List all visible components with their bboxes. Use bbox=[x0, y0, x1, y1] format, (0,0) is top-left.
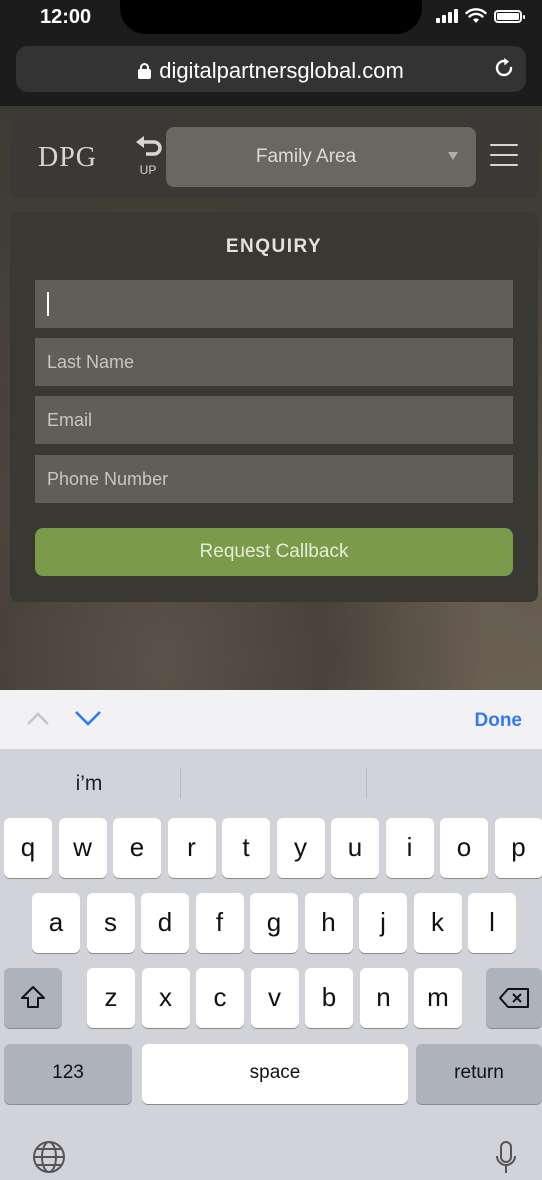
browser-toolbar: digitalpartnersglobal.com bbox=[0, 40, 542, 106]
key-f[interactable]: f bbox=[195, 893, 244, 953]
key-u[interactable]: u bbox=[331, 818, 379, 878]
section-select[interactable]: Family Area bbox=[166, 127, 476, 187]
email-field[interactable] bbox=[35, 396, 513, 444]
key-j[interactable]: j bbox=[359, 893, 407, 953]
ios-keyboard: i’m qwertyuiop asdfghjkl zxcvbnm 123 spa… bbox=[0, 750, 542, 1180]
url-text: digitalpartnersglobal.com bbox=[159, 58, 404, 83]
request-callback-button[interactable]: Request Callback bbox=[35, 528, 513, 576]
shift-key[interactable] bbox=[4, 968, 62, 1028]
backspace-icon bbox=[499, 988, 529, 1008]
key-b[interactable]: b bbox=[305, 968, 353, 1028]
status-time: 12:00 bbox=[40, 6, 92, 28]
key-l[interactable]: l bbox=[468, 893, 516, 953]
status-bar: 12:00 bbox=[0, 0, 542, 40]
key-o[interactable]: o bbox=[440, 818, 488, 878]
chevron-down-icon[interactable] bbox=[74, 706, 102, 730]
enquiry-title: ENQUIRY bbox=[225, 236, 323, 257]
key-r[interactable]: r bbox=[167, 818, 216, 878]
shift-icon bbox=[21, 986, 45, 1008]
lock-icon bbox=[138, 63, 152, 79]
key-m[interactable]: m bbox=[414, 968, 462, 1028]
up-button[interactable]: UP bbox=[128, 136, 168, 180]
key-v[interactable]: v bbox=[250, 968, 299, 1028]
key-p[interactable]: p bbox=[494, 818, 542, 878]
done-button[interactable]: Done bbox=[475, 710, 523, 732]
signal-icon bbox=[436, 9, 458, 23]
key-e[interactable]: e bbox=[113, 818, 161, 878]
text-caret bbox=[47, 292, 49, 316]
hamburger-menu-icon[interactable] bbox=[490, 144, 518, 168]
key-s[interactable]: s bbox=[86, 893, 135, 953]
reload-icon[interactable] bbox=[492, 56, 516, 80]
address-bar[interactable]: digitalpartnersglobal.com bbox=[16, 46, 526, 92]
key-w[interactable]: w bbox=[58, 818, 107, 878]
key-g[interactable]: g bbox=[250, 893, 298, 953]
phone-number-field[interactable] bbox=[35, 455, 513, 503]
up-label: UP bbox=[139, 163, 157, 177]
key-q[interactable]: q bbox=[4, 818, 52, 878]
key-h[interactable]: h bbox=[304, 893, 353, 953]
first-name-field[interactable] bbox=[35, 280, 513, 328]
suggestion-bar: i’m bbox=[0, 750, 542, 816]
chevron-up-icon[interactable] bbox=[26, 706, 50, 730]
battery-icon bbox=[494, 9, 525, 23]
back-arrow-icon bbox=[136, 136, 162, 156]
site-header: DPG UP Family Area bbox=[10, 116, 538, 198]
web-content: DPG UP Family Area ENQUIRY Request Callb… bbox=[0, 106, 542, 690]
key-t[interactable]: t bbox=[222, 818, 270, 878]
dropdown-arrow-icon bbox=[448, 152, 458, 160]
device-notch bbox=[120, 0, 422, 34]
site-logo[interactable]: DPG bbox=[38, 142, 97, 174]
key-c[interactable]: c bbox=[196, 968, 244, 1028]
microphone-icon[interactable] bbox=[494, 1140, 518, 1176]
key-y[interactable]: y bbox=[276, 818, 325, 878]
enquiry-form: ENQUIRY Request Callback bbox=[10, 212, 538, 602]
key-a[interactable]: a bbox=[32, 893, 80, 953]
key-n[interactable]: n bbox=[359, 968, 408, 1028]
key-z[interactable]: z bbox=[87, 968, 135, 1028]
wifi-icon bbox=[465, 8, 487, 23]
key-x[interactable]: x bbox=[141, 968, 190, 1028]
space-key[interactable]: space bbox=[142, 1044, 408, 1104]
suggestion-1[interactable]: i’m bbox=[0, 772, 178, 796]
return-key[interactable]: return bbox=[416, 1044, 542, 1104]
backspace-key[interactable] bbox=[486, 968, 542, 1028]
keyboard-accessory-bar: Done bbox=[0, 690, 542, 750]
key-d[interactable]: d bbox=[141, 893, 189, 953]
section-select-value: Family Area bbox=[255, 146, 357, 167]
key-k[interactable]: k bbox=[413, 893, 462, 953]
last-name-field[interactable] bbox=[35, 338, 513, 386]
globe-icon[interactable] bbox=[32, 1140, 66, 1174]
numbers-key[interactable]: 123 bbox=[4, 1044, 132, 1104]
status-icons bbox=[436, 8, 525, 24]
key-i[interactable]: i bbox=[385, 818, 434, 878]
